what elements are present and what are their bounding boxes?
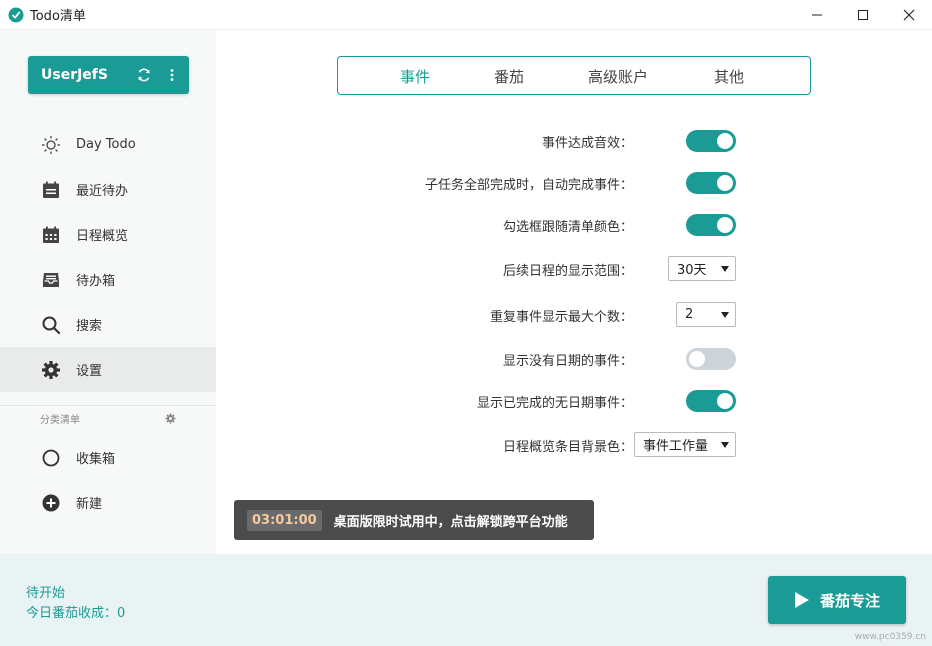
select-value: 30天	[677, 263, 707, 278]
sidebar-item-recent-todo[interactable]: 最近待办	[0, 167, 216, 212]
checkbox-list-color-toggle[interactable]	[686, 214, 736, 236]
gear-icon	[40, 359, 62, 381]
tab-events[interactable]: 事件	[400, 66, 430, 87]
pomodoro-status: 待开始	[26, 586, 66, 601]
setting-label: 事件达成音效：	[541, 135, 633, 151]
pomodoro-count: 今日番茄收成：0	[26, 606, 126, 621]
setting-row: 后续日程的显示范围： 30天	[300, 255, 740, 283]
setting-label: 重复事件显示最大个数：	[489, 309, 633, 325]
setting-row: 显示已完成的无日期事件：	[300, 387, 740, 415]
setting-row: 日程概览条目背景色： 事件工作量	[300, 431, 740, 459]
sidebar: UserJefS Day Todo 最近待办 日程概览 待办箱 搜索 设置 分类…	[0, 30, 216, 554]
sidebar-item-label: 设置	[76, 364, 103, 379]
gear-icon[interactable]	[165, 413, 176, 424]
user-name: UserJefS	[41, 67, 108, 83]
select-value: 2	[685, 307, 694, 322]
setting-row: 重复事件显示最大个数： 2	[300, 301, 740, 329]
maximize-button[interactable]	[840, 0, 886, 30]
tab-premium-account[interactable]: 高级账户	[588, 66, 648, 87]
sun-icon	[40, 134, 62, 156]
sidebar-item-collection-box[interactable]: 收集箱	[0, 435, 216, 480]
sidebar-item-new-list[interactable]: 新建	[0, 480, 216, 525]
setting-label: 显示没有日期的事件：	[502, 353, 633, 369]
title-bar: Todo清单	[0, 0, 932, 30]
window-title: Todo清单	[30, 9, 86, 24]
list-section-header: 分类清单	[0, 405, 216, 431]
user-card[interactable]: UserJefS	[28, 56, 189, 94]
circle-icon	[40, 447, 62, 469]
trial-timer: 03:01:00	[247, 509, 322, 531]
setting-label: 后续日程的显示范围：	[502, 263, 633, 279]
sidebar-item-search[interactable]: 搜索	[0, 302, 216, 347]
setting-row: 勾选框跟随清单颜色：	[300, 211, 740, 239]
window-controls	[794, 0, 932, 30]
tab-pomodoro[interactable]: 番茄	[494, 66, 524, 87]
schedule-bg-color-select[interactable]: 事件工作量	[634, 432, 736, 457]
list-nav: 收集箱 新建	[0, 435, 216, 525]
sidebar-item-label: 最近待办	[76, 184, 129, 199]
list-section-title: 分类清单	[40, 415, 80, 426]
setting-row: 子任务全部完成时，自动完成事件：	[300, 169, 740, 197]
sidebar-item-label: 搜索	[76, 319, 103, 334]
sidebar-item-inbox[interactable]: 待办箱	[0, 257, 216, 302]
maximize-icon	[858, 10, 868, 20]
plus-circle-icon	[40, 492, 62, 514]
sidebar-item-label: 日程概览	[76, 229, 129, 244]
close-button[interactable]	[886, 0, 932, 30]
repeat-max-count-select[interactable]: 2	[676, 302, 736, 327]
sidebar-item-settings[interactable]: 设置	[0, 347, 216, 392]
watermark: www.pc0359.cn	[854, 632, 926, 642]
close-icon	[903, 9, 915, 21]
play-icon	[794, 591, 810, 609]
sidebar-item-label: 待办箱	[76, 274, 116, 289]
setting-label: 勾选框跟随清单颜色：	[502, 219, 633, 235]
sidebar-item-day-todo[interactable]: Day Todo	[0, 122, 216, 167]
show-undated-events-toggle[interactable]	[686, 348, 736, 370]
app-logo-icon	[8, 7, 24, 22]
search-icon	[40, 314, 62, 336]
select-value: 事件工作量	[643, 439, 709, 454]
trial-text: 桌面版限时试用中，点击解锁跨平台功能	[333, 514, 568, 530]
inbox-icon	[40, 269, 62, 291]
footer: 待开始 今日番茄收成：0 番茄专注 www.pc0359.cn	[0, 554, 932, 646]
show-completed-undated-toggle[interactable]	[686, 390, 736, 412]
auto-complete-event-toggle[interactable]	[686, 172, 736, 194]
setting-label: 子任务全部完成时，自动完成事件：	[424, 177, 633, 193]
settings-tabs: 事件 番茄 高级账户 其他	[337, 56, 811, 95]
more-vertical-icon[interactable]	[161, 64, 183, 86]
sidebar-item-label: 新建	[76, 497, 103, 512]
setting-label: 显示已完成的无日期事件：	[476, 395, 633, 411]
calendar-grid-icon	[40, 224, 62, 246]
pomodoro-focus-button[interactable]: 番茄专注	[768, 576, 906, 624]
minimize-icon	[812, 14, 822, 16]
calendar-list-icon	[40, 179, 62, 201]
setting-row: 事件达成音效：	[300, 127, 740, 155]
tab-other[interactable]: 其他	[714, 66, 744, 87]
setting-label: 日程概览条目背景色：	[502, 439, 633, 455]
trial-banner[interactable]: 03:01:00 桌面版限时试用中，点击解锁跨平台功能	[234, 500, 594, 540]
schedule-range-select[interactable]: 30天	[668, 256, 736, 281]
sidebar-nav: Day Todo 最近待办 日程概览 待办箱 搜索 设置	[0, 122, 216, 392]
completion-sound-toggle[interactable]	[686, 130, 736, 152]
sync-icon[interactable]	[133, 64, 155, 86]
minimize-button[interactable]	[794, 0, 840, 30]
setting-row: 显示没有日期的事件：	[300, 345, 740, 373]
chevron-down-icon	[721, 312, 729, 318]
chevron-down-icon	[721, 442, 729, 448]
focus-button-label: 番茄专注	[820, 591, 881, 610]
chevron-down-icon	[721, 266, 729, 272]
sidebar-item-label: Day Todo	[76, 137, 136, 152]
sidebar-item-schedule[interactable]: 日程概览	[0, 212, 216, 257]
sidebar-item-label: 收集箱	[76, 452, 116, 467]
